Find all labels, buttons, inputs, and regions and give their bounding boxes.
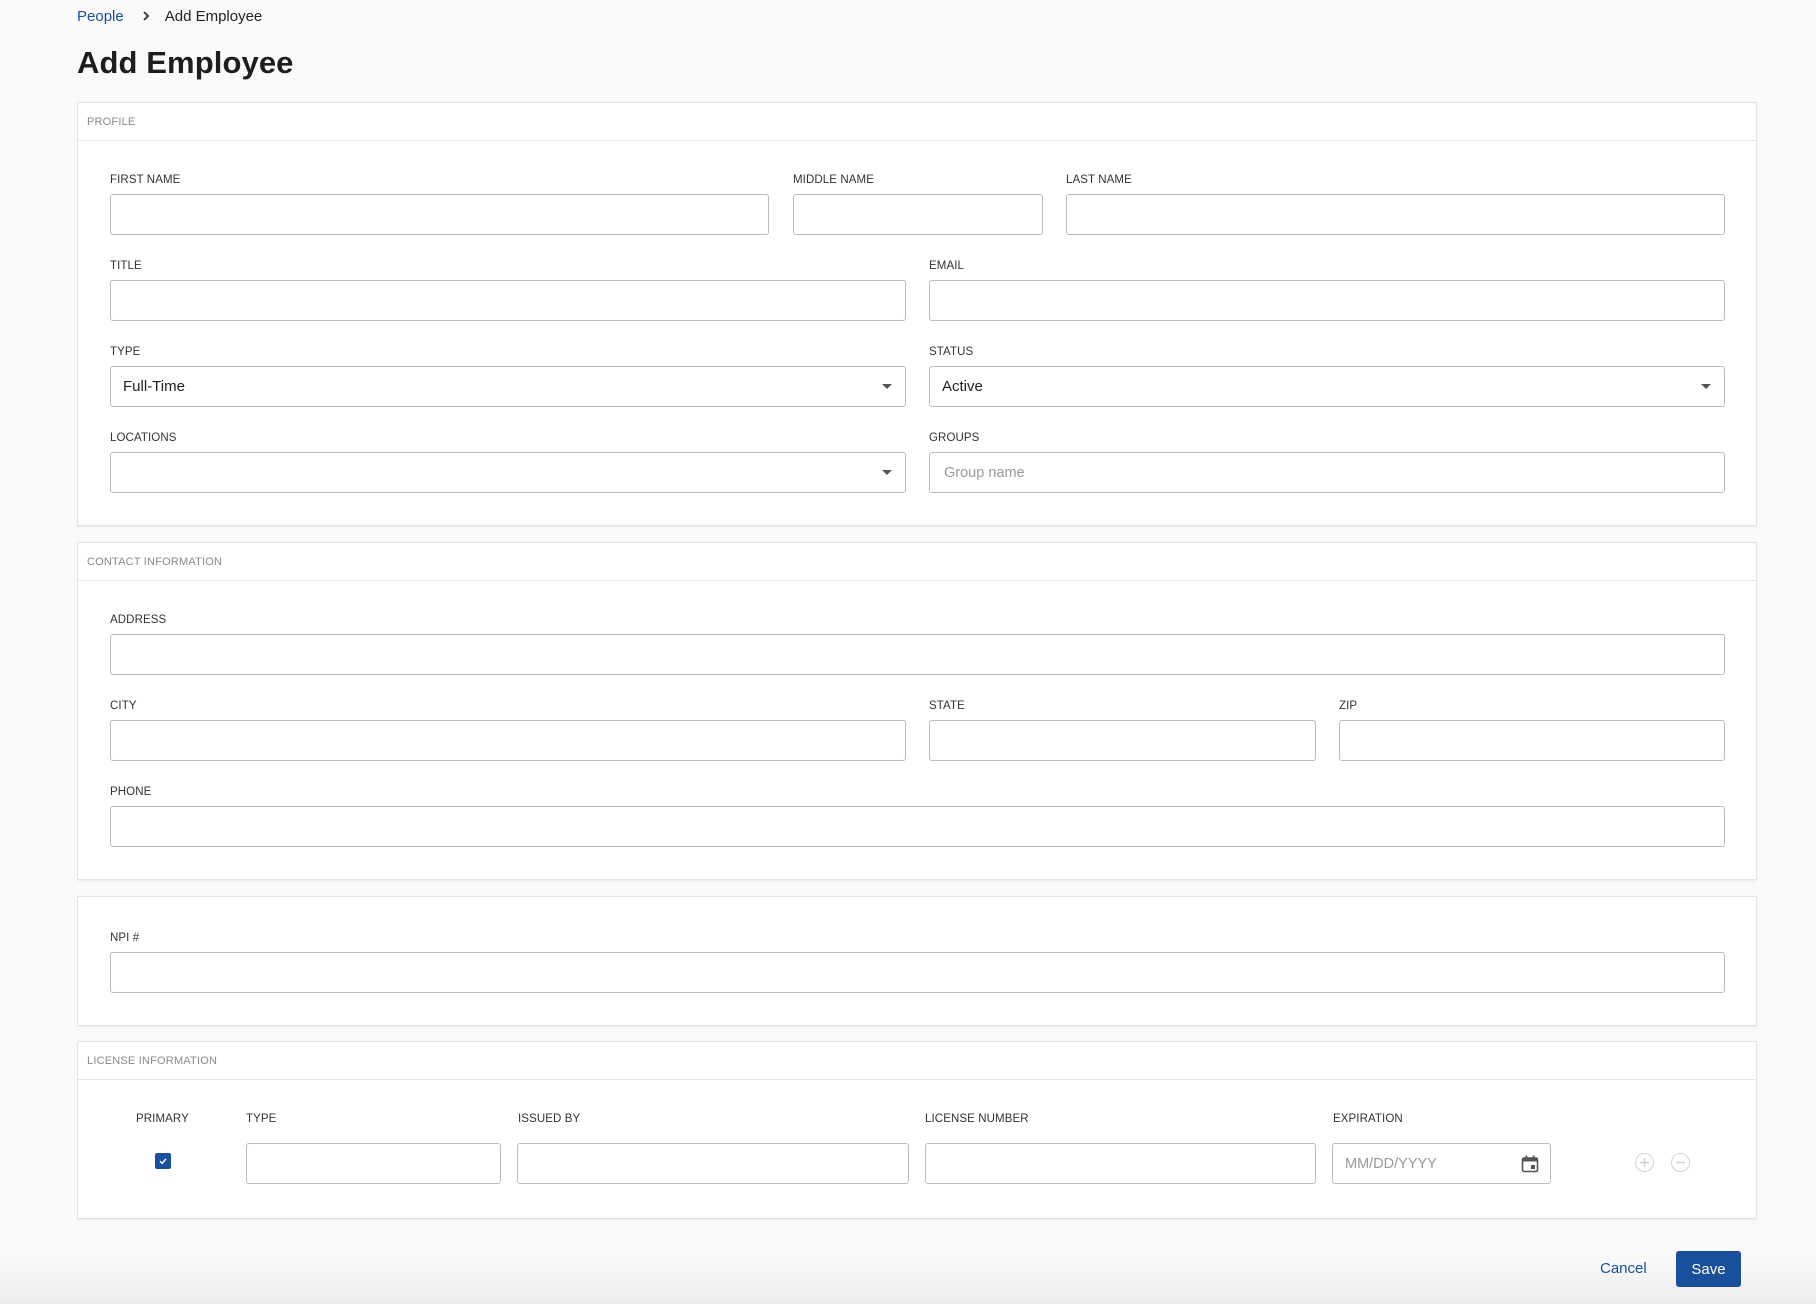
profile-card: PROFILE FIRST NAME MIDDLE NAME LAST NAME… bbox=[77, 102, 1757, 526]
license-number-column-header: LICENSE NUMBER bbox=[925, 1113, 1029, 1125]
caret-down-icon bbox=[882, 470, 892, 475]
page-title: Add Employee bbox=[77, 45, 294, 80]
caret-down-icon bbox=[882, 384, 892, 389]
city-input[interactable] bbox=[110, 720, 906, 761]
title-label: TITLE bbox=[110, 260, 142, 272]
groups-input[interactable]: Group name bbox=[929, 452, 1725, 493]
primary-checkbox[interactable] bbox=[155, 1153, 171, 1169]
last-name-input[interactable] bbox=[1066, 194, 1725, 235]
status-select[interactable]: Active bbox=[929, 366, 1725, 407]
chevron-right-icon bbox=[143, 11, 149, 21]
issued-by-input[interactable] bbox=[517, 1143, 909, 1184]
expiration-placeholder: MM/DD/YYYY bbox=[1345, 1155, 1437, 1172]
address-label: ADDRESS bbox=[110, 614, 167, 626]
caret-down-icon bbox=[1701, 384, 1711, 389]
profile-section-header: PROFILE bbox=[78, 103, 1756, 141]
expiration-column-header: EXPIRATION bbox=[1333, 1113, 1403, 1125]
state-input[interactable] bbox=[929, 720, 1316, 761]
zip-label: ZIP bbox=[1339, 700, 1358, 712]
first-name-input[interactable] bbox=[110, 194, 769, 235]
type-label: TYPE bbox=[110, 346, 141, 358]
expiration-input[interactable]: MM/DD/YYYY bbox=[1332, 1143, 1551, 1184]
license-section-header: LICENSE INFORMATION bbox=[78, 1042, 1756, 1080]
plus-circle-icon bbox=[1640, 1158, 1649, 1167]
calendar-icon[interactable] bbox=[1520, 1154, 1540, 1174]
email-label: EMAIL bbox=[929, 260, 965, 272]
state-label: STATE bbox=[929, 700, 965, 712]
issued-by-column-header: ISSUED BY bbox=[518, 1113, 581, 1125]
footer-bar bbox=[0, 1254, 1816, 1304]
minus-circle-icon bbox=[1676, 1161, 1685, 1164]
breadcrumb-current: Add Employee bbox=[164, 7, 263, 25]
license-card: LICENSE INFORMATION PRIMARY TYPE ISSUED … bbox=[77, 1041, 1757, 1219]
add-license-row-button[interactable] bbox=[1635, 1153, 1654, 1172]
email-input[interactable] bbox=[929, 280, 1725, 321]
groups-label: GROUPS bbox=[929, 432, 980, 444]
phone-label: PHONE bbox=[110, 786, 152, 798]
license-number-input[interactable] bbox=[925, 1143, 1316, 1184]
license-type-input[interactable] bbox=[246, 1143, 501, 1184]
middle-name-input[interactable] bbox=[793, 194, 1043, 235]
npi-label: NPI # bbox=[110, 932, 140, 944]
contact-section-header: CONTACT INFORMATION bbox=[78, 543, 1756, 581]
contact-card: CONTACT INFORMATION ADDRESS CITY STATE Z… bbox=[77, 542, 1757, 880]
locations-select[interactable] bbox=[110, 452, 906, 493]
primary-column-header: PRIMARY bbox=[136, 1113, 189, 1125]
city-label: CITY bbox=[110, 700, 137, 712]
cancel-button[interactable]: Cancel bbox=[1600, 1251, 1647, 1286]
remove-license-row-button[interactable] bbox=[1671, 1153, 1690, 1172]
status-label: STATUS bbox=[929, 346, 974, 358]
zip-input[interactable] bbox=[1339, 720, 1725, 761]
groups-placeholder: Group name bbox=[944, 464, 1025, 481]
npi-card: NPI # bbox=[77, 896, 1757, 1026]
save-button[interactable]: Save bbox=[1676, 1251, 1741, 1287]
type-column-header: TYPE bbox=[246, 1113, 277, 1125]
breadcrumb: People Add Employee bbox=[77, 7, 263, 25]
phone-input[interactable] bbox=[110, 806, 1725, 847]
middle-name-label: MIDDLE NAME bbox=[793, 174, 874, 186]
type-select[interactable]: Full-Time bbox=[110, 366, 906, 407]
title-input[interactable] bbox=[110, 280, 906, 321]
status-select-value: Active bbox=[942, 378, 983, 395]
type-select-value: Full-Time bbox=[123, 378, 185, 395]
address-input[interactable] bbox=[110, 634, 1725, 675]
npi-input[interactable] bbox=[110, 952, 1725, 993]
first-name-label: FIRST NAME bbox=[110, 174, 181, 186]
check-icon bbox=[159, 1158, 167, 1165]
breadcrumb-people-link[interactable]: People bbox=[77, 8, 124, 25]
last-name-label: LAST NAME bbox=[1066, 174, 1132, 186]
locations-label: LOCATIONS bbox=[110, 432, 177, 444]
